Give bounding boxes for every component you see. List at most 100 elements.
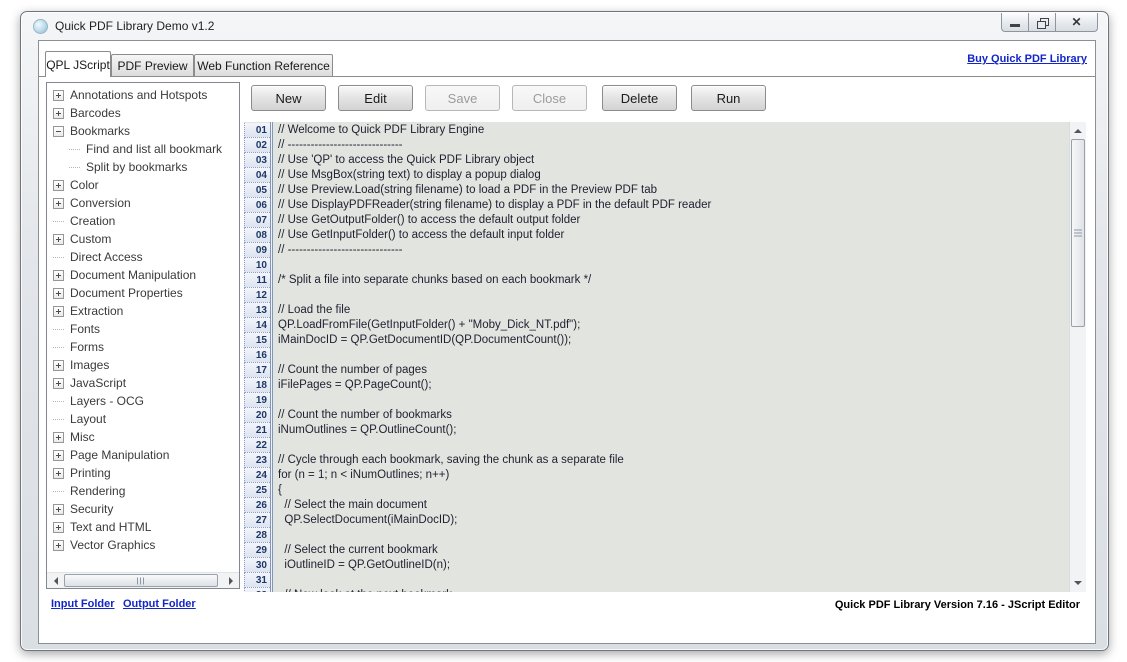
tab-pdf-preview[interactable]: PDF Preview	[111, 54, 194, 77]
expander-plus-icon[interactable]	[53, 522, 64, 533]
tree-item[interactable]: Custom	[50, 230, 238, 248]
code-line: {	[274, 483, 1069, 498]
scroll-left-button[interactable]	[47, 573, 63, 588]
tree-item-label: Images	[69, 358, 109, 372]
expander-plus-icon[interactable]	[53, 306, 64, 317]
tree-item[interactable]: Color	[50, 176, 238, 194]
line-number: 32	[244, 588, 270, 592]
tree-item[interactable]: Creation	[50, 212, 238, 230]
code-line: iFilePages = QP.PageCount();	[274, 378, 1069, 393]
tree-item[interactable]: Direct Access	[50, 248, 238, 266]
code-line: // Select the main document	[274, 498, 1069, 513]
tree-item[interactable]: JavaScript	[50, 374, 238, 392]
tree-item[interactable]: Document Manipulation	[50, 266, 238, 284]
title-bar[interactable]: Quick PDF Library Demo v1.2	[21, 12, 1108, 40]
line-number: 02	[244, 138, 270, 153]
code-line: // Count the number of pages	[274, 363, 1069, 378]
expander-plus-icon[interactable]	[53, 468, 64, 479]
expander-plus-icon[interactable]	[53, 90, 64, 101]
tree-item[interactable]: Fonts	[50, 320, 238, 338]
expander-plus-icon[interactable]	[53, 108, 64, 119]
line-number: 08	[244, 228, 270, 243]
tree-item[interactable]: Document Properties	[50, 284, 238, 302]
restore-icon	[1037, 18, 1047, 27]
horizontal-scroll-thumb[interactable]	[64, 574, 218, 587]
edit-button[interactable]: Edit	[338, 85, 413, 111]
line-number: 31	[244, 573, 270, 588]
scroll-right-button[interactable]	[223, 573, 239, 588]
line-number: 22	[244, 438, 270, 453]
tree-item[interactable]: Layout	[50, 410, 238, 428]
code-line: iNumOutlines = QP.OutlineCount();	[274, 423, 1069, 438]
tree-connector	[53, 329, 64, 330]
app-icon	[33, 19, 48, 34]
expander-plus-icon[interactable]	[53, 270, 64, 281]
tree-item[interactable]: Split by bookmarks	[50, 158, 238, 176]
code-line	[274, 348, 1069, 363]
line-number: 10	[244, 258, 270, 273]
tab-web-function-reference[interactable]: Web Function Reference	[194, 54, 333, 77]
tab-qpl-jscript[interactable]: QPL JScript	[45, 51, 111, 77]
code-line	[274, 438, 1069, 453]
run-button[interactable]: Run	[691, 85, 766, 111]
tree-item[interactable]: Conversion	[50, 194, 238, 212]
delete-button[interactable]: Delete	[602, 85, 677, 111]
tree-item[interactable]: Rendering	[50, 482, 238, 500]
tree-item[interactable]: Page Manipulation	[50, 446, 238, 464]
expander-plus-icon[interactable]	[53, 360, 64, 371]
code-line: iOutlineID = QP.GetOutlineID(n);	[274, 558, 1069, 573]
code-line	[274, 528, 1069, 543]
expander-plus-icon[interactable]	[53, 450, 64, 461]
app-window: Quick PDF Library Demo v1.2 ✕ QPL JScrip…	[20, 11, 1109, 651]
line-number: 07	[244, 213, 270, 228]
expander-plus-icon[interactable]	[53, 288, 64, 299]
tree-item[interactable]: Misc	[50, 428, 238, 446]
expander-plus-icon[interactable]	[53, 234, 64, 245]
code-line: // Use Preview.Load(string filename) to …	[274, 183, 1069, 198]
tree-item-label: Layout	[69, 412, 106, 426]
output-folder-link[interactable]: Output Folder	[123, 598, 196, 610]
tree-connector	[69, 149, 80, 150]
code-line	[274, 258, 1069, 273]
line-number: 11	[244, 273, 270, 288]
tree-item[interactable]: Bookmarks	[50, 122, 238, 140]
line-number: 26	[244, 498, 270, 513]
vertical-scroll-thumb[interactable]	[1071, 139, 1085, 327]
tree-item[interactable]: Barcodes	[50, 104, 238, 122]
input-folder-link[interactable]: Input Folder	[51, 598, 115, 610]
expander-plus-icon[interactable]	[53, 198, 64, 209]
code-line: /* Split a file into separate chunks bas…	[274, 273, 1069, 288]
tree-item[interactable]: Extraction	[50, 302, 238, 320]
code-line	[274, 573, 1069, 588]
expander-plus-icon[interactable]	[53, 180, 64, 191]
expander-plus-icon[interactable]	[53, 378, 64, 389]
tree-item[interactable]: Annotations and Hotspots	[50, 86, 238, 104]
tree-item[interactable]: Find and list all bookmark	[50, 140, 238, 158]
buy-library-link[interactable]: Buy Quick PDF Library	[967, 53, 1087, 65]
tree-item[interactable]: Text and HTML	[50, 518, 238, 536]
expander-minus-icon[interactable]	[53, 126, 64, 137]
tree-item[interactable]: Layers - OCG	[50, 392, 238, 410]
tree-item[interactable]: Vector Graphics	[50, 536, 238, 554]
restore-button[interactable]	[1029, 13, 1056, 32]
tree-item[interactable]: Images	[50, 356, 238, 374]
editor-vertical-scrollbar	[1069, 122, 1086, 592]
new-button[interactable]: New	[251, 85, 326, 111]
tree-item[interactable]: Forms	[50, 338, 238, 356]
tree-connector	[53, 257, 64, 258]
expander-plus-icon[interactable]	[53, 540, 64, 551]
scroll-down-button[interactable]	[1070, 575, 1086, 592]
expander-plus-icon[interactable]	[53, 432, 64, 443]
code-line	[274, 393, 1069, 408]
tree-item[interactable]: Printing	[50, 464, 238, 482]
line-number: 25	[244, 483, 270, 498]
code-line	[274, 288, 1069, 303]
scroll-up-button[interactable]	[1070, 122, 1086, 139]
close-button[interactable]: ✕	[1056, 13, 1098, 32]
tree-connector	[53, 347, 64, 348]
tree-item-label: Printing	[69, 466, 111, 480]
minimize-button[interactable]	[1001, 13, 1029, 32]
jscript-code-editor[interactable]: 0102030405060708091011121314151617181920…	[244, 122, 1086, 592]
expander-plus-icon[interactable]	[53, 504, 64, 515]
tree-item[interactable]: Security	[50, 500, 238, 518]
